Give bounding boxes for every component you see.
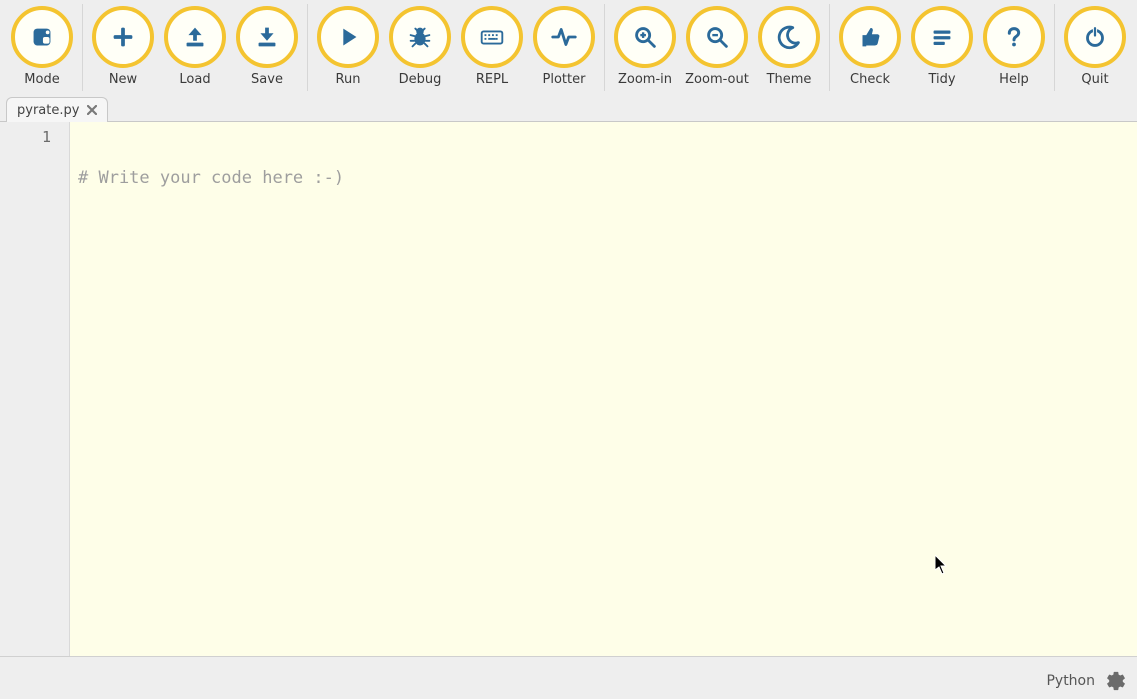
load-button[interactable]: Load [159,4,231,87]
tidy-button[interactable]: Tidy [906,4,978,87]
code-editor[interactable]: 1 # Write your code here :-) [0,122,1137,657]
toolbar-label: Tidy [928,72,955,87]
thumbs-up-icon [839,6,901,68]
lines-icon [911,6,973,68]
upload-icon [164,6,226,68]
check-button[interactable]: Check [834,4,906,87]
toolbar-group: Mode [2,4,83,91]
status-bar: Python [0,662,1137,699]
toolbar-label: Save [251,72,283,87]
toolbar-group: New Load Save [83,4,308,91]
moon-icon [758,6,820,68]
toolbar-label: New [109,72,137,87]
toolbar-label: Check [850,72,890,87]
gear-icon[interactable] [1105,670,1127,692]
tab-pyrate[interactable]: pyrate.py [6,97,108,122]
tab-bar: pyrate.py [0,95,1137,122]
plus-icon [92,6,154,68]
toolbar-label: Mode [24,72,59,87]
theme-button[interactable]: Theme [753,4,825,87]
power-icon [1064,6,1126,68]
debug-button[interactable]: Debug [384,4,456,87]
toolbar: Mode New Load Save Run Debug REPL Plotter Zoom-i… [0,0,1137,93]
toolbar-group: Check Tidy Help [830,4,1055,91]
pulse-icon [533,6,595,68]
toolbar-label: Debug [399,72,442,87]
quit-button[interactable]: Quit [1059,4,1131,87]
save-button[interactable]: Save [231,4,303,87]
question-icon [983,6,1045,68]
keyboard-icon [461,6,523,68]
bug-icon [389,6,451,68]
zoom-in-icon [614,6,676,68]
toolbar-label: Help [999,72,1029,87]
toolbar-label: Theme [767,72,812,87]
zoom-out-button[interactable]: Zoom-out [681,4,753,87]
play-icon [317,6,379,68]
download-icon [236,6,298,68]
help-button[interactable]: Help [978,4,1050,87]
close-icon[interactable] [85,103,99,117]
line-number: 1 [0,128,51,146]
mode-icon [11,6,73,68]
toolbar-label: Plotter [543,72,586,87]
toolbar-label: Quit [1081,72,1108,87]
toolbar-label: Load [179,72,210,87]
toolbar-group: Zoom-in Zoom-out Theme [605,4,830,91]
repl-button[interactable]: REPL [456,4,528,87]
toolbar-label: Zoom-out [685,72,749,87]
code-line: # Write your code here :-) [78,168,1137,188]
toolbar-group: Run Debug REPL Plotter [308,4,605,91]
new-button[interactable]: New [87,4,159,87]
toolbar-label: REPL [476,72,508,87]
mode-button[interactable]: Mode [6,4,78,87]
line-gutter: 1 [0,122,70,656]
language-indicator[interactable]: Python [1046,673,1095,689]
zoom-out-icon [686,6,748,68]
run-button[interactable]: Run [312,4,384,87]
plotter-button[interactable]: Plotter [528,4,600,87]
code-area[interactable]: # Write your code here :-) [70,122,1137,656]
zoom-in-button[interactable]: Zoom-in [609,4,681,87]
toolbar-label: Run [336,72,361,87]
tab-title: pyrate.py [17,103,79,118]
toolbar-label: Zoom-in [618,72,672,87]
toolbar-group: Quit [1055,4,1135,91]
